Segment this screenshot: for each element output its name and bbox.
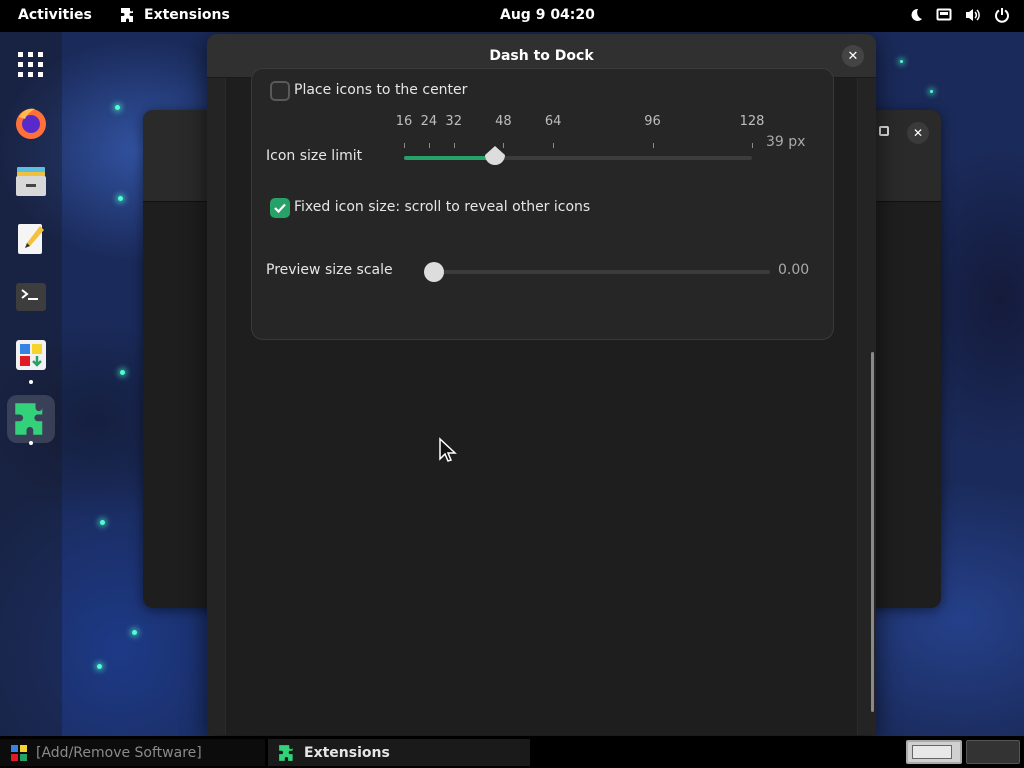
icon-size-mark-label: 96	[644, 114, 661, 129]
place-center-checkbox[interactable]	[270, 81, 290, 101]
task-label: Extensions	[304, 744, 390, 761]
icon-size-mark-tick	[752, 143, 753, 148]
close-button[interactable]: ✕	[842, 45, 864, 67]
icon-size-label: Icon size limit	[266, 148, 363, 164]
power-icon	[995, 8, 1009, 23]
workspace-1[interactable]	[906, 740, 962, 764]
puzzle-icon	[15, 403, 43, 435]
terminal-prompt-icon	[16, 283, 46, 311]
checkmark-icon	[274, 203, 286, 214]
icon-size-mark-tick	[652, 143, 654, 148]
puzzle-icon	[121, 8, 133, 22]
app-grid-icon[interactable]	[7, 41, 55, 89]
icon-size-mark-tick	[553, 143, 555, 148]
text-editor-icon[interactable]	[7, 215, 55, 263]
workspace-2[interactable]	[966, 740, 1020, 764]
workspace-window-thumb	[912, 745, 952, 759]
activities-button[interactable]: Activities	[18, 7, 92, 23]
software-center-icon	[16, 340, 46, 370]
clock[interactable]: Aug 9 04:20	[500, 7, 595, 23]
settings-panel: Place icons to the center Icon size limi…	[251, 68, 834, 340]
file-cabinet-icon	[16, 167, 46, 196]
close-icon[interactable]: ✕	[907, 122, 929, 144]
network-icon	[936, 8, 952, 21]
extensions-icon[interactable]	[7, 395, 55, 443]
preview-scale-slider-track[interactable]	[424, 270, 770, 274]
scrollbar[interactable]	[871, 352, 874, 712]
fixed-icon-size-checkbox[interactable]	[270, 198, 290, 218]
icon-size-mark-tick	[428, 143, 430, 148]
bottom-taskbar: [Add/Remove Software] Extensions	[0, 736, 1024, 768]
software-center-icon	[11, 744, 27, 761]
app-menu-label: Extensions	[144, 7, 230, 23]
app-menu[interactable]: Extensions	[120, 7, 230, 23]
icon-size-mark-label: 48	[495, 114, 512, 129]
icon-size-slider-fill	[404, 156, 494, 160]
system-tray[interactable]	[908, 7, 1010, 23]
icon-size-mark-label: 128	[739, 114, 765, 129]
top-bar: Activities Extensions Aug 9 04:20	[0, 0, 1024, 32]
running-indicator	[29, 441, 33, 445]
firefox-icon[interactable]	[7, 99, 55, 147]
icon-size-mark-label: 32	[445, 114, 462, 129]
icon-size-value: 39 px	[766, 134, 806, 150]
dash-to-dock-dialog: Dash to Dock ✕ Place icons to the center…	[207, 34, 876, 735]
dock	[0, 32, 62, 736]
task-label: [Add/Remove Software]	[36, 744, 202, 761]
files-icon[interactable]	[7, 157, 55, 205]
dialog-content: Place icons to the center Icon size limi…	[225, 68, 858, 735]
terminal-icon[interactable]	[7, 273, 55, 321]
preview-scale-label: Preview size scale	[266, 262, 393, 278]
dialog-title: Dash to Dock	[489, 47, 594, 64]
maximize-icon[interactable]	[879, 126, 889, 136]
puzzle-icon	[279, 744, 293, 761]
preview-scale-value: 0.00	[778, 262, 810, 278]
icon-size-mark-tick	[453, 143, 455, 148]
mouse-cursor	[439, 437, 457, 462]
task-extensions[interactable]: Extensions	[268, 739, 530, 766]
software-icon[interactable]	[7, 331, 55, 379]
icon-size-mark-label: 64	[544, 114, 562, 129]
preview-scale-slider-handle[interactable]	[424, 262, 444, 282]
icon-size-slider-handle[interactable]	[484, 146, 506, 168]
volume-icon	[966, 9, 980, 21]
task-add-remove-software[interactable]: [Add/Remove Software]	[0, 739, 265, 766]
grid-icon	[18, 52, 43, 77]
fixed-icon-size-label: Fixed icon size: scroll to reveal other …	[294, 199, 591, 215]
running-indicator	[29, 380, 33, 384]
night-light-icon	[911, 8, 922, 21]
notepad-icon	[18, 224, 44, 254]
place-center-label: Place icons to the center	[294, 82, 468, 98]
firefox-logo-icon	[16, 108, 46, 139]
icon-size-mark-tick	[404, 143, 405, 148]
